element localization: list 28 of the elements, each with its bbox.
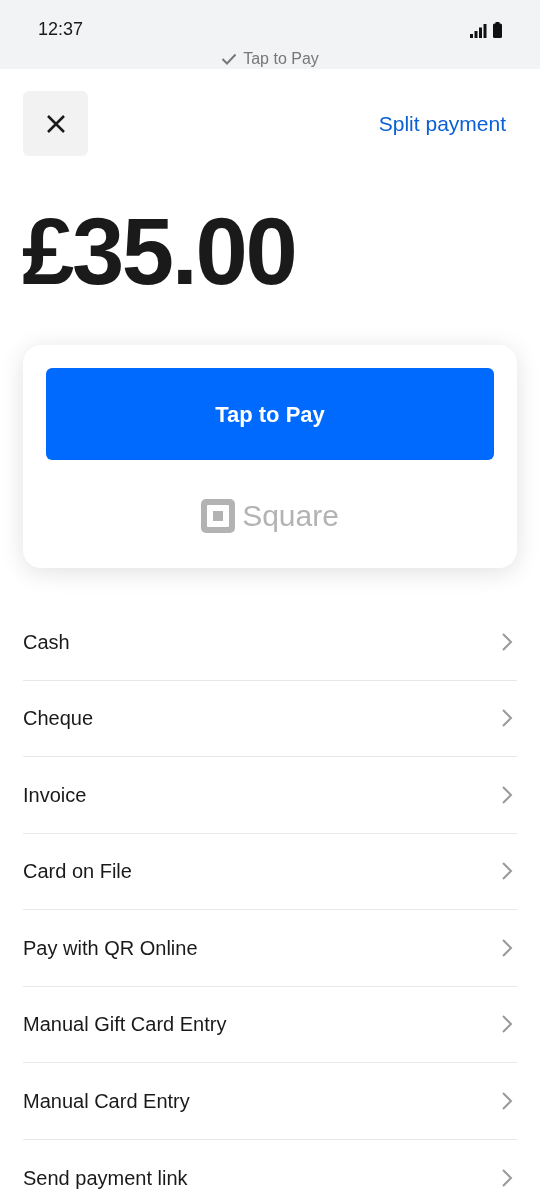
tap-to-pay-button[interactable]: Tap to Pay: [46, 368, 494, 460]
check-icon: [221, 53, 238, 65]
chevron-right-icon: [501, 1090, 513, 1111]
brand-name: Square: [242, 498, 339, 534]
chevron-right-icon: [501, 1167, 513, 1188]
clock: 12:37: [38, 18, 84, 41]
tap-to-pay-status-text: Tap to Pay: [243, 49, 319, 69]
signal-icon: [470, 23, 487, 38]
payment-method-row[interactable]: Card on File: [23, 833, 517, 910]
payment-method-row[interactable]: Send payment link: [23, 1139, 517, 1200]
payment-method-row[interactable]: Cash: [23, 604, 517, 681]
payment-method-row[interactable]: Manual Card Entry: [23, 1063, 517, 1140]
chevron-right-icon: [501, 784, 513, 805]
payment-method-row[interactable]: Pay with QR Online: [23, 910, 517, 987]
chevron-right-icon: [501, 631, 513, 652]
chevron-right-icon: [501, 708, 513, 729]
split-payment-link[interactable]: Split payment: [378, 107, 517, 140]
chevron-right-icon: [501, 861, 513, 882]
chevron-right-icon: [501, 937, 513, 958]
chevron-right-icon: [501, 1014, 513, 1035]
close-icon: [45, 113, 66, 134]
payment-method-row[interactable]: Cheque: [23, 680, 517, 757]
square-logo-icon: [201, 498, 236, 533]
amount: £35.00: [21, 202, 297, 302]
battery-icon: [493, 21, 502, 38]
payment-method-row[interactable]: Manual Gift Card Entry: [23, 986, 517, 1063]
close-button[interactable]: [23, 91, 88, 156]
payment-method-row[interactable]: Invoice: [23, 757, 517, 834]
